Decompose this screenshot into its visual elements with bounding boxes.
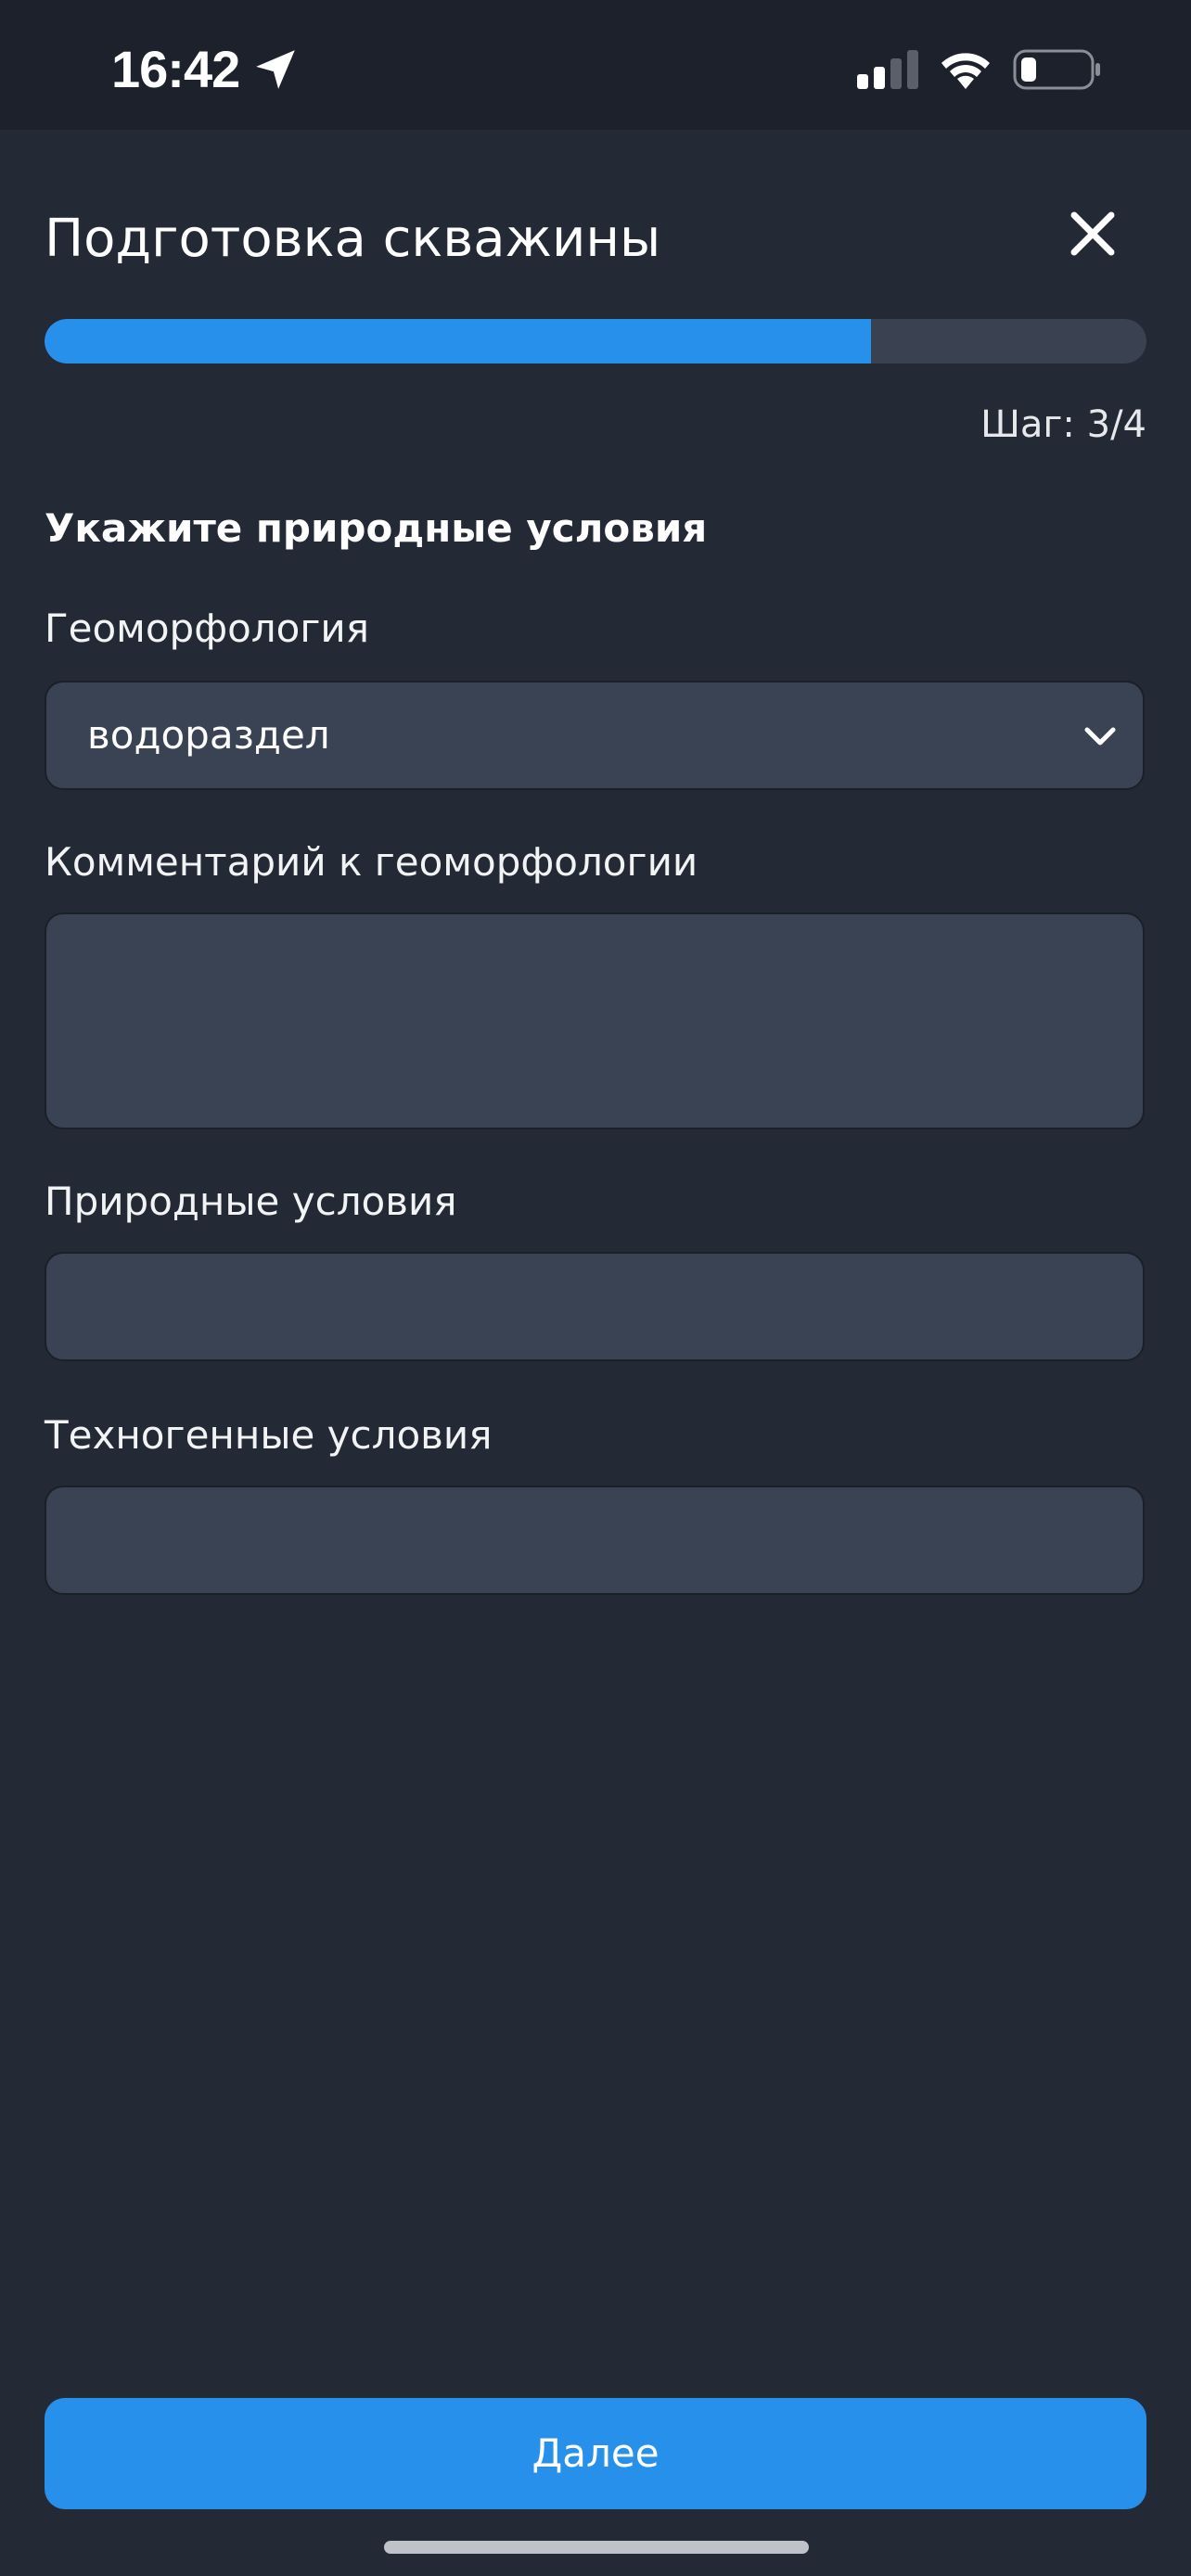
progress-bar: [45, 319, 1146, 363]
page-title: Подготовка скважины: [45, 209, 661, 269]
technogenic-conditions-input[interactable]: [45, 1486, 1145, 1595]
geomorphology-comment-textarea[interactable]: [45, 912, 1145, 1129]
natural-conditions-input[interactable]: [45, 1252, 1145, 1361]
wifi-icon: [941, 53, 990, 89]
home-indicator: [384, 2541, 809, 2554]
geomorphology-select[interactable]: водораздел: [45, 681, 1145, 790]
step-indicator: Шаг: 3/4: [980, 403, 1146, 446]
location-arrow-icon: [256, 50, 295, 89]
status-time: 16:42: [111, 40, 240, 98]
geomorphology-select-value: водораздел: [87, 712, 330, 758]
progress-bar-fill: [45, 319, 871, 363]
next-button[interactable]: Далее: [45, 2398, 1146, 2509]
battery-icon: [1013, 49, 1100, 90]
natural-conditions-label: Природные условия: [45, 1179, 457, 1224]
status-bar: 16:42: [0, 0, 1191, 130]
technogenic-conditions-label: Техногенные условия: [45, 1412, 493, 1458]
geomorphology-label: Геоморфология: [45, 606, 369, 651]
screen: 16:42 Подготовка скважины Шаг: 3/4 Укажи…: [0, 0, 1191, 2576]
close-icon: [1070, 211, 1115, 256]
section-heading: Укажите природные условия: [45, 505, 708, 551]
geomorphology-comment-label: Комментарий к геоморфологии: [45, 839, 698, 885]
close-button[interactable]: [1065, 206, 1121, 261]
chevron-down-icon: [1084, 727, 1116, 746]
cellular-signal-icon: [857, 50, 918, 89]
